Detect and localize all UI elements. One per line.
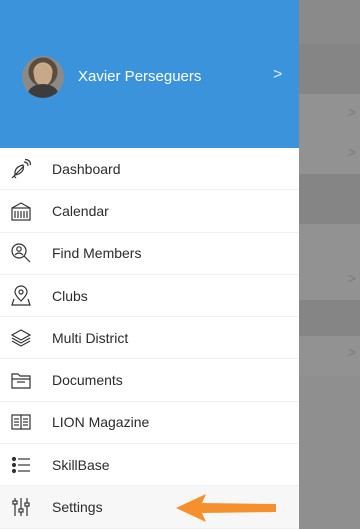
menu-item-calendar[interactable]: Calendar [0, 190, 299, 233]
navigation-drawer: Xavier Perseguers > Dashboard Calendar F… [0, 0, 299, 529]
menu-label: LION Magazine [52, 414, 150, 431]
menu-item-documents[interactable]: Documents [0, 359, 299, 402]
map-pin-icon [10, 284, 32, 307]
bullet-list-icon [10, 454, 32, 476]
profile-header[interactable]: Xavier Perseguers > [0, 0, 299, 148]
menu-item-find-members[interactable]: Find Members [0, 232, 299, 275]
menu-item-lion-magazine[interactable]: LION Magazine [0, 401, 299, 445]
bg-chevron-icon: > [347, 144, 356, 160]
bg-band [299, 174, 360, 224]
bg-band [299, 224, 360, 260]
sliders-icon [10, 496, 32, 518]
satellite-dish-icon [10, 158, 32, 180]
bg-band [299, 300, 360, 336]
menu-label: Clubs [52, 287, 88, 304]
menu-item-dashboard[interactable]: Dashboard [0, 148, 299, 191]
menu-label: Calendar [52, 202, 109, 219]
menu-label: SkillBase [52, 456, 110, 473]
bg-chevron-icon: > [347, 344, 356, 360]
menu-label: Dashboard [52, 160, 121, 177]
layers-icon [10, 327, 32, 349]
bg-band [299, 0, 360, 44]
bg-chevron-icon: > [347, 270, 356, 286]
menu-label: Settings [52, 499, 103, 516]
menu-item-skillbase[interactable]: SkillBase [0, 444, 299, 487]
pointer-arrow-icon [176, 494, 276, 522]
menu-label: Documents [52, 372, 123, 389]
menu-list: Dashboard Calendar Find Members Clubs Mu… [0, 148, 299, 529]
profile-name: Xavier Perseguers [78, 68, 202, 85]
menu-label: Find Members [52, 245, 142, 262]
avatar [22, 56, 64, 98]
menu-item-clubs[interactable]: Clubs [0, 274, 299, 318]
calendar-icon [10, 200, 32, 222]
find-members-icon [10, 242, 32, 264]
folder-icon [10, 369, 32, 391]
bg-band [299, 44, 360, 94]
open-book-icon [10, 411, 32, 433]
menu-label: Multi District [52, 329, 129, 346]
background-app-overlay[interactable]: > > > > [299, 0, 360, 529]
bg-chevron-icon: > [347, 104, 356, 120]
menu-item-multi-district[interactable]: Multi District [0, 317, 299, 360]
chevron-right-icon: > [273, 66, 283, 83]
